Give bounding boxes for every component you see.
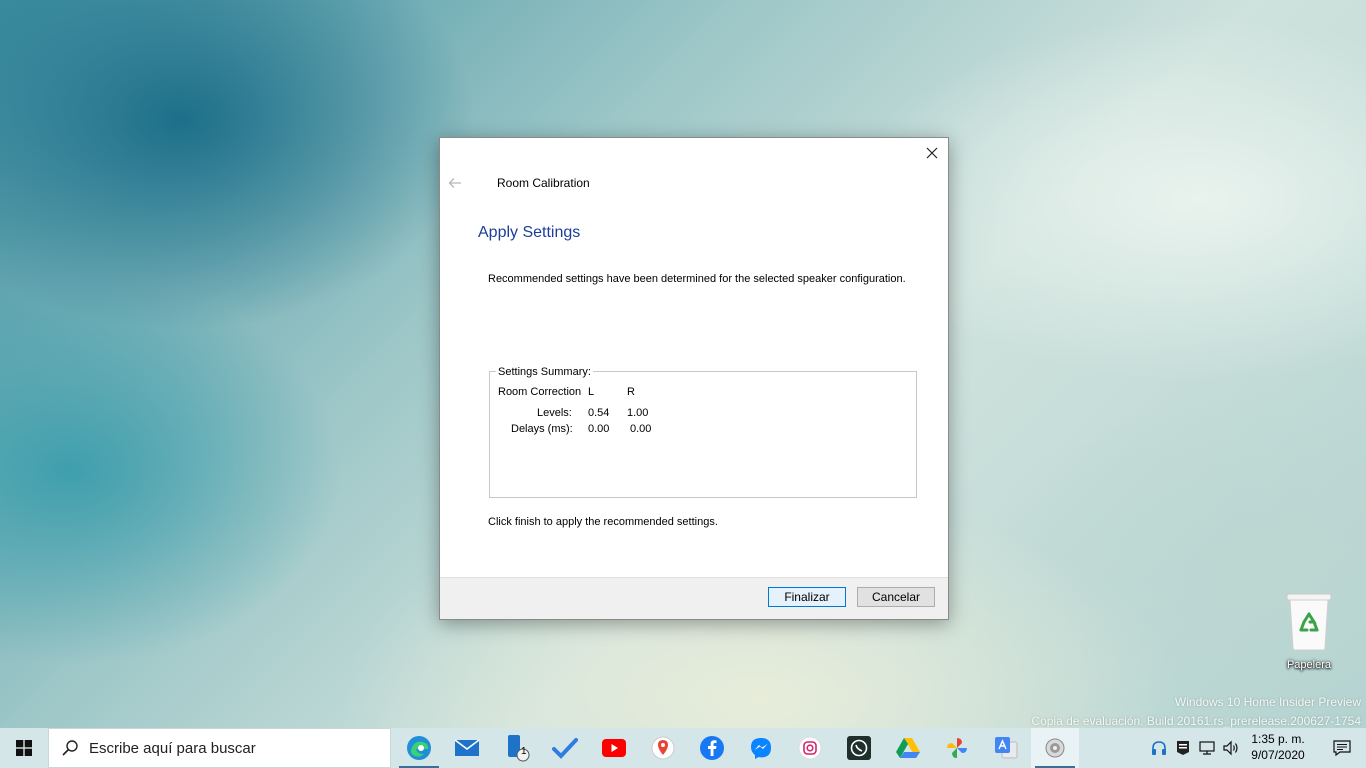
youtube-icon [602, 739, 626, 757]
taskbar-your-phone[interactable]: 1 [491, 728, 539, 768]
finish-note: Click finish to apply the recommended se… [488, 516, 718, 528]
room-calibration-dialog: Room Calibration Apply Settings Recommen… [439, 137, 949, 620]
taskbar-facebook[interactable] [688, 728, 736, 768]
back-arrow-icon [448, 178, 461, 188]
close-button[interactable] [916, 138, 948, 168]
recycle-bin-icon [1286, 593, 1332, 651]
watermark-line-1: Windows 10 Home Insider Preview [1174, 695, 1361, 709]
taskbar-instagram[interactable] [786, 728, 834, 768]
taskbar-google-photos[interactable] [933, 728, 981, 768]
facebook-icon [700, 736, 724, 760]
your-phone-badge: 1 [521, 746, 527, 757]
google-maps-icon [651, 736, 675, 760]
todo-icon [552, 738, 578, 759]
google-translate-icon [995, 737, 1018, 759]
description-text: Recommended settings have been determine… [488, 273, 906, 285]
tray-network[interactable] [1198, 740, 1216, 756]
settings-summary-legend: Settings Summary: [496, 366, 593, 378]
volume-icon [1223, 740, 1238, 756]
taskbar-edge[interactable] [395, 728, 443, 768]
delays-r-value: 0.00 [630, 423, 652, 435]
taskbar-mail[interactable] [443, 728, 491, 768]
speaker-app-icon [1045, 738, 1065, 758]
levels-l-value: 0.54 [588, 407, 610, 419]
google-drive-icon [896, 738, 920, 758]
taskbar: Escribe aquí para buscar 1 1:35 p. m. 9/… [0, 728, 1366, 768]
clock-time: 1:35 p. m. [1251, 732, 1305, 746]
taskbar-youtube[interactable] [590, 728, 638, 768]
room-correction-label: Room Correction [498, 386, 582, 398]
os-watermark: Windows 10 Home Insider Preview Copia de… [1031, 693, 1361, 731]
delays-label: Delays (ms): [511, 423, 573, 435]
column-l-header: L [588, 386, 595, 398]
dialog-footer: Finalizar Cancelar [440, 577, 948, 619]
dialog-title: Room Calibration [497, 176, 590, 190]
windows-logo-icon [16, 740, 32, 756]
settings-summary-group: Settings Summary: Room Correction L R Le… [489, 366, 917, 498]
epic-games-icon [1177, 741, 1189, 755]
search-placeholder: Escribe aquí para buscar [89, 739, 256, 757]
action-center-button[interactable] [1318, 728, 1366, 768]
close-icon [926, 147, 938, 159]
recycle-bin-label: Papelera [1286, 659, 1332, 671]
tray-epic-games[interactable] [1174, 740, 1192, 756]
back-button[interactable] [447, 175, 463, 191]
taskbar-google-drive[interactable] [884, 728, 932, 768]
levels-r-value: 1.00 [627, 407, 649, 419]
taskbar-search-box[interactable]: Escribe aquí para buscar [48, 728, 391, 768]
edge-icon [407, 736, 431, 760]
instagram-icon [798, 736, 822, 760]
google-photos-icon [947, 738, 967, 758]
tray-headset[interactable] [1150, 740, 1168, 756]
taskbar-google-translate[interactable] [982, 728, 1030, 768]
levels-label: Levels: [537, 407, 572, 419]
recycle-bin[interactable]: Papelera [1274, 588, 1344, 671]
taskbar-messenger[interactable] [737, 728, 785, 768]
cancel-button[interactable]: Cancelar [857, 587, 935, 607]
taskbar-google-maps[interactable] [639, 728, 687, 768]
tray-volume[interactable] [1222, 740, 1240, 756]
taskbar-todo[interactable] [541, 728, 589, 768]
taskbar-clock[interactable]: 1:35 p. m. 9/07/2020 [1244, 731, 1312, 763]
column-r-header: R [627, 386, 635, 398]
messenger-icon [751, 738, 771, 759]
page-heading: Apply Settings [478, 224, 581, 241]
start-button[interactable] [0, 728, 48, 768]
network-icon [1199, 741, 1215, 755]
notification-icon [1333, 740, 1351, 756]
taskbar-speaker-app[interactable] [1031, 728, 1079, 768]
clock-date: 9/07/2020 [1251, 748, 1305, 762]
mail-icon [454, 739, 480, 756]
headset-icon [1152, 741, 1166, 755]
delays-l-value: 0.00 [588, 423, 610, 435]
finish-button[interactable]: Finalizar [768, 587, 846, 607]
taskbar-whatsapp[interactable] [835, 728, 883, 768]
search-icon [62, 740, 78, 756]
whatsapp-icon [847, 736, 871, 760]
